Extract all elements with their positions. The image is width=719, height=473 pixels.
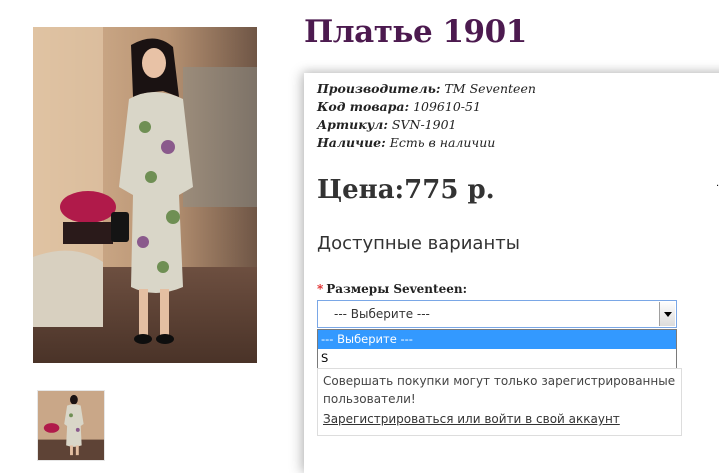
product-main-image[interactable]: [33, 27, 257, 363]
product-price: Цена:775 р.: [317, 175, 495, 205]
meta-value: SVN-1901: [391, 117, 457, 132]
size-select[interactable]: --- Выберите ---: [317, 300, 677, 328]
product-meta: Производитель: ТМ Seventeen Код товара: …: [317, 80, 536, 152]
meta-key: Наличие:: [317, 135, 386, 150]
dropdown-option-placeholder[interactable]: --- Выберите ---: [318, 330, 676, 349]
meta-key: Код товара:: [317, 99, 410, 114]
thumbnail-illustration: [38, 391, 104, 460]
meta-manufacturer: Производитель: ТМ Seventeen: [317, 80, 536, 98]
chevron-down-icon[interactable]: [659, 302, 675, 326]
required-mark: *: [317, 282, 324, 296]
meta-product-code: Код товара: 109610-51: [317, 98, 536, 116]
size-dropdown-list: --- Выберите --- S: [317, 329, 677, 369]
product-info-panel: Производитель: ТМ Seventeen Код товара: …: [304, 73, 719, 473]
size-label-text: Размеры Seventeen:: [326, 282, 467, 296]
product-thumbnail[interactable]: [37, 390, 105, 461]
notice-text: Совершать покупки могут только зарегистр…: [323, 374, 676, 406]
meta-key: Производитель:: [317, 81, 441, 96]
product-title: Платье 1901: [304, 14, 527, 50]
meta-value: Есть в наличии: [389, 135, 496, 150]
register-login-link[interactable]: Зарегистрироваться или войти в свой акка…: [323, 410, 620, 428]
meta-key: Артикул:: [317, 117, 388, 132]
meta-availability: Наличие: Есть в наличии: [317, 134, 536, 152]
meta-sku: Артикул: SVN-1901: [317, 116, 536, 134]
meta-value: 109610-51: [413, 99, 481, 114]
size-select-value: --- Выберите ---: [334, 307, 430, 321]
variants-heading: Доступные варианты: [317, 233, 520, 254]
dropdown-option-s[interactable]: S: [318, 349, 676, 368]
login-required-notice: Совершать покупки могут только зарегистр…: [317, 368, 682, 436]
size-label: * Размеры Seventeen:: [317, 282, 467, 296]
dress-photo-illustration: [33, 27, 257, 363]
meta-value: ТМ Seventeen: [444, 81, 536, 96]
